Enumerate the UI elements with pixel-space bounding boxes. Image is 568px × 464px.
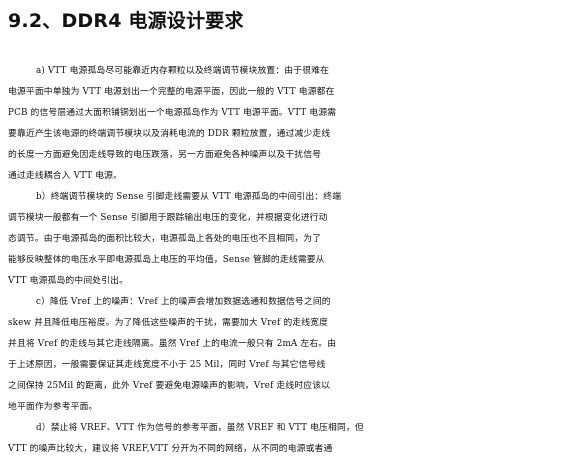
text-line: 电源平面中单独为 VTT 电源划出一个完整的电源平面，因此一般的 VTT 电源都… (8, 87, 335, 97)
text-line: 地平面作为参考平面。 (8, 402, 98, 412)
document-page: 9.2、DDR4 电源设计要求 a) VTT 电源孤岛尽可能靠近内存颗粒以及终端… (0, 0, 568, 464)
text-line: 过分压电路进行供电。 (8, 460, 564, 464)
text-line: 于上述原因，一般需要保证其走线宽度不小于 25 Mil，同时 Vref 与其它信… (8, 360, 326, 370)
text-line: PCB 的信号层通过大面积铺铜划出一个电源孤岛作为 VTT 电源平面。VTT 电… (8, 108, 337, 118)
body-text: a) VTT 电源孤岛尽可能靠近内存颗粒以及终端调节模块放置：由于很难在电源平面… (8, 61, 564, 464)
text-line: 能够反映整体的电压水平即电源孤岛上电压的平均值，Sense 管脚的走线需要从 (8, 255, 325, 265)
text-line: 要靠近产生该电源的终端调节模块以及消耗电流的 DDR 颗粒放置，通过减少走线 (8, 129, 331, 139)
section-heading: 9.2、DDR4 电源设计要求 (8, 10, 244, 32)
text-line: d）禁止将 VREF、VTT 作为信号的参考平面，虽然 VREF 和 VTT 电… (36, 423, 364, 433)
text-line: 之间保持 25Mil 的距离，此外 Vref 要避免电源噪声的影响，Vref 走… (8, 381, 331, 391)
text-line: VTT 的噪声比较大，建议将 VREF,VTT 分开为不同的网络，从不同的电源或… (8, 444, 333, 454)
text-line: 的长度一方面避免因走线导致的电压跌落，另一方面避免各种噪声以及干扰信号 (8, 150, 322, 160)
text-line: c）降低 Vref 上的噪声：Vref 上的噪声会增加数据选通和数据信号之间的 (36, 297, 331, 307)
text-line: 调节模块一般都有一个 Sense 引脚用于跟踪输出电压的变化，并根据变化进行动 (8, 213, 328, 223)
text-line: skew 并且降低电压裕度。为了降低这些噪声的干扰，需要加大 Vref 的走线宽… (8, 318, 329, 328)
text-line: a) VTT 电源孤岛尽可能靠近内存颗粒以及终端调节模块放置：由于很难在 (36, 66, 330, 76)
text-line: 态调节。由于电源孤岛的面积比较大，电源孤岛上各处的电压也不且相同，为了 (8, 234, 322, 244)
text-line: VTT 电源孤岛的中间处引出。 (8, 276, 129, 286)
text-line: 并且将 Vref 的走线与其它走线隔离。虽然 Vref 上的电流一般只有 2mA… (8, 339, 337, 349)
text-line: 通过走线耦合入 VTT 电源。 (8, 171, 123, 181)
text-line: b）终端调节模块的 Sense 引脚走线需要从 VTT 电源孤岛的中间引出：终端 (36, 192, 342, 202)
